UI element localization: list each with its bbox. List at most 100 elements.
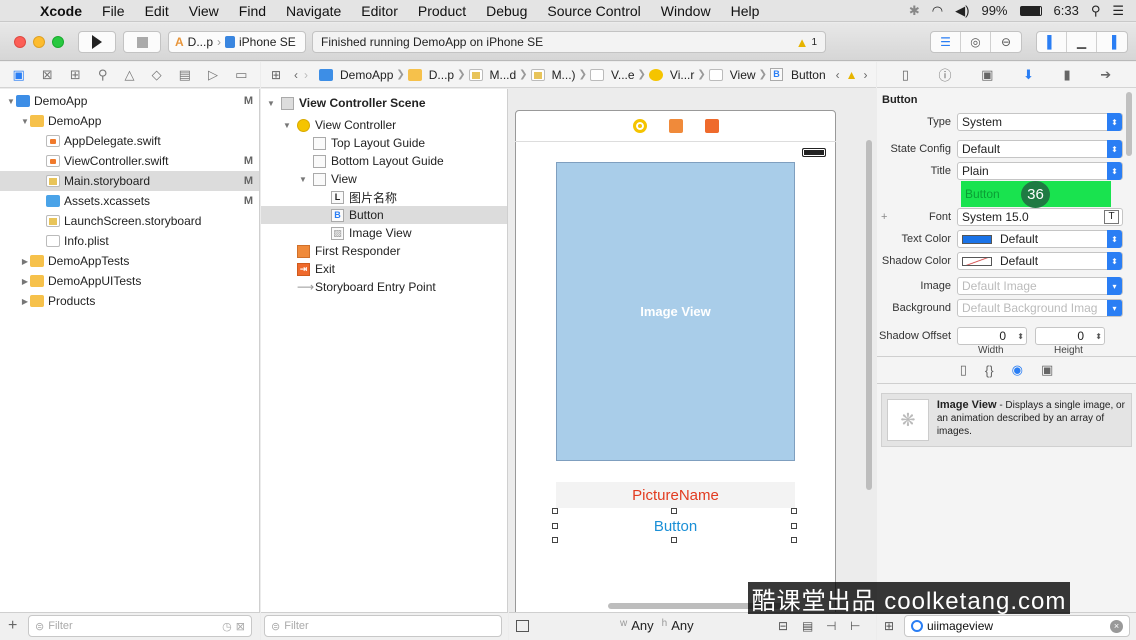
disclosure-open-icon[interactable]: ▼ [267,99,281,108]
disclosure-open-icon[interactable]: ▼ [20,117,30,126]
object-library-icon[interactable]: ◉ [1012,362,1023,378]
outline-view-controller[interactable]: ▼ View Controller [261,116,507,134]
nav-item-group-demoapp[interactable]: ▼ DemoApp [0,111,259,131]
toggle-utilities-icon[interactable]: ▐ [1097,32,1127,52]
toggle-outline-icon[interactable] [516,620,529,632]
add-file-icon[interactable]: + [8,617,17,635]
font-field[interactable]: System 15.0 T [957,208,1123,226]
scm-filter-icon[interactable]: ⊠ [236,620,245,633]
outline-scene[interactable]: ▼ View Controller Scene [261,94,507,112]
offset-width-field[interactable]: 0 ⬍ [957,327,1027,345]
recent-files-icon[interactable]: ◷ [222,620,232,633]
menu-window[interactable]: Window [651,0,721,22]
state-config-popup[interactable]: Default ⬍ [957,140,1123,158]
find-navigator-icon[interactable]: ⚲ [98,67,108,83]
file-inspector-icon[interactable]: ▯ [902,67,909,83]
issue-navigator-icon[interactable]: △ [124,67,134,83]
jump-item-viewcontroller[interactable]: Vi...r [646,68,697,82]
menu-editor[interactable]: Editor [351,0,408,22]
nav-item-viewcontroller[interactable]: ViewController.swift M [0,151,259,171]
media-library-icon[interactable]: ▣ [1041,362,1053,378]
outline-image-view[interactable]: ▨ Image View [261,224,507,242]
disclosure-open-icon[interactable]: ▼ [299,175,313,184]
clock[interactable]: 6:33 [1054,3,1079,18]
menu-file[interactable]: File [92,0,135,22]
shadow-color-popup[interactable]: Default ⬍ [957,252,1123,270]
assistant-editor-icon[interactable]: ◎ [961,32,991,52]
disclosure-open-icon[interactable]: ▼ [283,121,297,130]
outline-bottom-layout-guide[interactable]: Bottom Layout Guide [261,152,507,170]
first-responder-dock-icon[interactable] [668,118,683,133]
title-popup[interactable]: Plain ⬍ [957,162,1123,180]
code-snippet-library-icon[interactable]: {} [985,363,994,378]
notification-center-icon[interactable]: ☰ [1112,3,1124,19]
issue-warning-icon[interactable]: ▲ [843,68,861,82]
size-class-control[interactable]: w Any h Any [620,618,694,633]
menu-app[interactable]: Xcode [30,0,92,22]
menu-help[interactable]: Help [721,0,770,22]
scheme-selector[interactable]: A D...p › iPhone SE [168,31,306,53]
pin-icon[interactable]: ⊣ [826,619,836,633]
library-item-image-view[interactable]: ❋ Image View - Displays a single image, … [881,393,1132,447]
nav-item-demoappuitests[interactable]: ▶ DemoAppUITests [0,271,259,291]
nav-item-assets[interactable]: Assets.xcassets M [0,191,259,211]
type-popup[interactable]: System ⬍ [957,113,1123,131]
standard-editor-icon[interactable]: ☰ [931,32,961,52]
clear-search-icon[interactable]: × [1110,619,1123,633]
outline-exit[interactable]: ⇥ Exit [261,260,507,278]
resize-handle-top-left[interactable] [552,508,558,514]
image-view[interactable]: Image View [556,162,795,461]
outline-top-layout-guide[interactable]: Top Layout Guide [261,134,507,152]
menu-edit[interactable]: Edit [135,0,179,22]
resize-handle-bottom-left[interactable] [552,537,558,543]
source-control-navigator-icon[interactable]: ⊠ [42,67,53,83]
connections-inspector-icon[interactable]: ➔ [1100,67,1111,83]
outline-button[interactable]: B Button [261,206,507,224]
outline-view[interactable]: ▼ View [261,170,507,188]
font-picker-icon[interactable]: T [1104,210,1119,224]
wifi-icon[interactable]: ◠ [932,3,943,19]
outline-label-item[interactable]: L 图片名称 [261,188,507,206]
resize-handle-right[interactable] [791,523,797,529]
issue-forward-button[interactable]: › [861,68,871,82]
symbol-navigator-icon[interactable]: ⊞ [70,67,81,83]
background-combo[interactable]: Default Background Imag ▾ [957,299,1123,317]
image-combo[interactable]: Default Image ▾ [957,277,1123,295]
nav-item-main-storyboard[interactable]: Main.storyboard M [0,171,259,191]
jump-item-scene[interactable]: V...e [587,68,638,82]
text-color-popup[interactable]: Default ⬍ [957,230,1123,248]
toggle-debug-area-icon[interactable]: ▁ [1067,32,1097,52]
warning-icon[interactable]: ▲ [796,35,809,50]
nav-item-launchscreen[interactable]: LaunchScreen.storyboard [0,211,259,231]
outline-entry-point[interactable]: ⟶ Storyboard Entry Point [261,278,507,296]
forward-button[interactable]: › [301,68,316,82]
menu-find[interactable]: Find [229,0,276,22]
spotlight-icon[interactable]: ⚲ [1091,3,1101,19]
disclosure-closed-icon[interactable]: ▶ [20,297,30,306]
nav-item-products[interactable]: ▶ Products [0,291,259,311]
jump-item-view[interactable]: View [706,68,759,82]
breakpoint-navigator-icon[interactable]: ▷ [208,67,218,83]
run-button[interactable] [78,31,116,53]
align-icon[interactable]: ▤ [802,619,813,633]
issue-back-button[interactable]: ‹ [833,68,843,82]
disclosure-closed-icon[interactable]: ▶ [20,257,30,266]
stop-button[interactable] [123,31,161,53]
related-items-icon[interactable]: ⊞ [261,68,291,82]
outline-filter[interactable]: ⊜ Filter [264,615,502,637]
toggle-navigator-icon[interactable]: ▌ [1037,32,1067,52]
menu-navigate[interactable]: Navigate [276,0,351,22]
outline-first-responder[interactable]: First Responder [261,242,507,260]
nav-item-demoapptests[interactable]: ▶ DemoAppTests [0,251,259,271]
resize-handle-top[interactable] [671,508,677,514]
resize-handle-top-right[interactable] [791,508,797,514]
grid-view-icon[interactable]: ⊞ [884,619,894,633]
report-navigator-icon[interactable]: ▭ [235,67,247,83]
bluetooth-icon[interactable]: ✱ [909,3,920,19]
library-search[interactable]: uiimageview × [904,615,1130,637]
offset-height-field[interactable]: 0 ⬍ [1035,327,1105,345]
size-inspector-icon[interactable]: ▮ [1064,67,1071,83]
back-button[interactable]: ‹ [291,68,301,82]
debug-navigator-icon[interactable]: ▤ [179,67,191,83]
stack-icon[interactable]: ⊟ [778,619,788,633]
